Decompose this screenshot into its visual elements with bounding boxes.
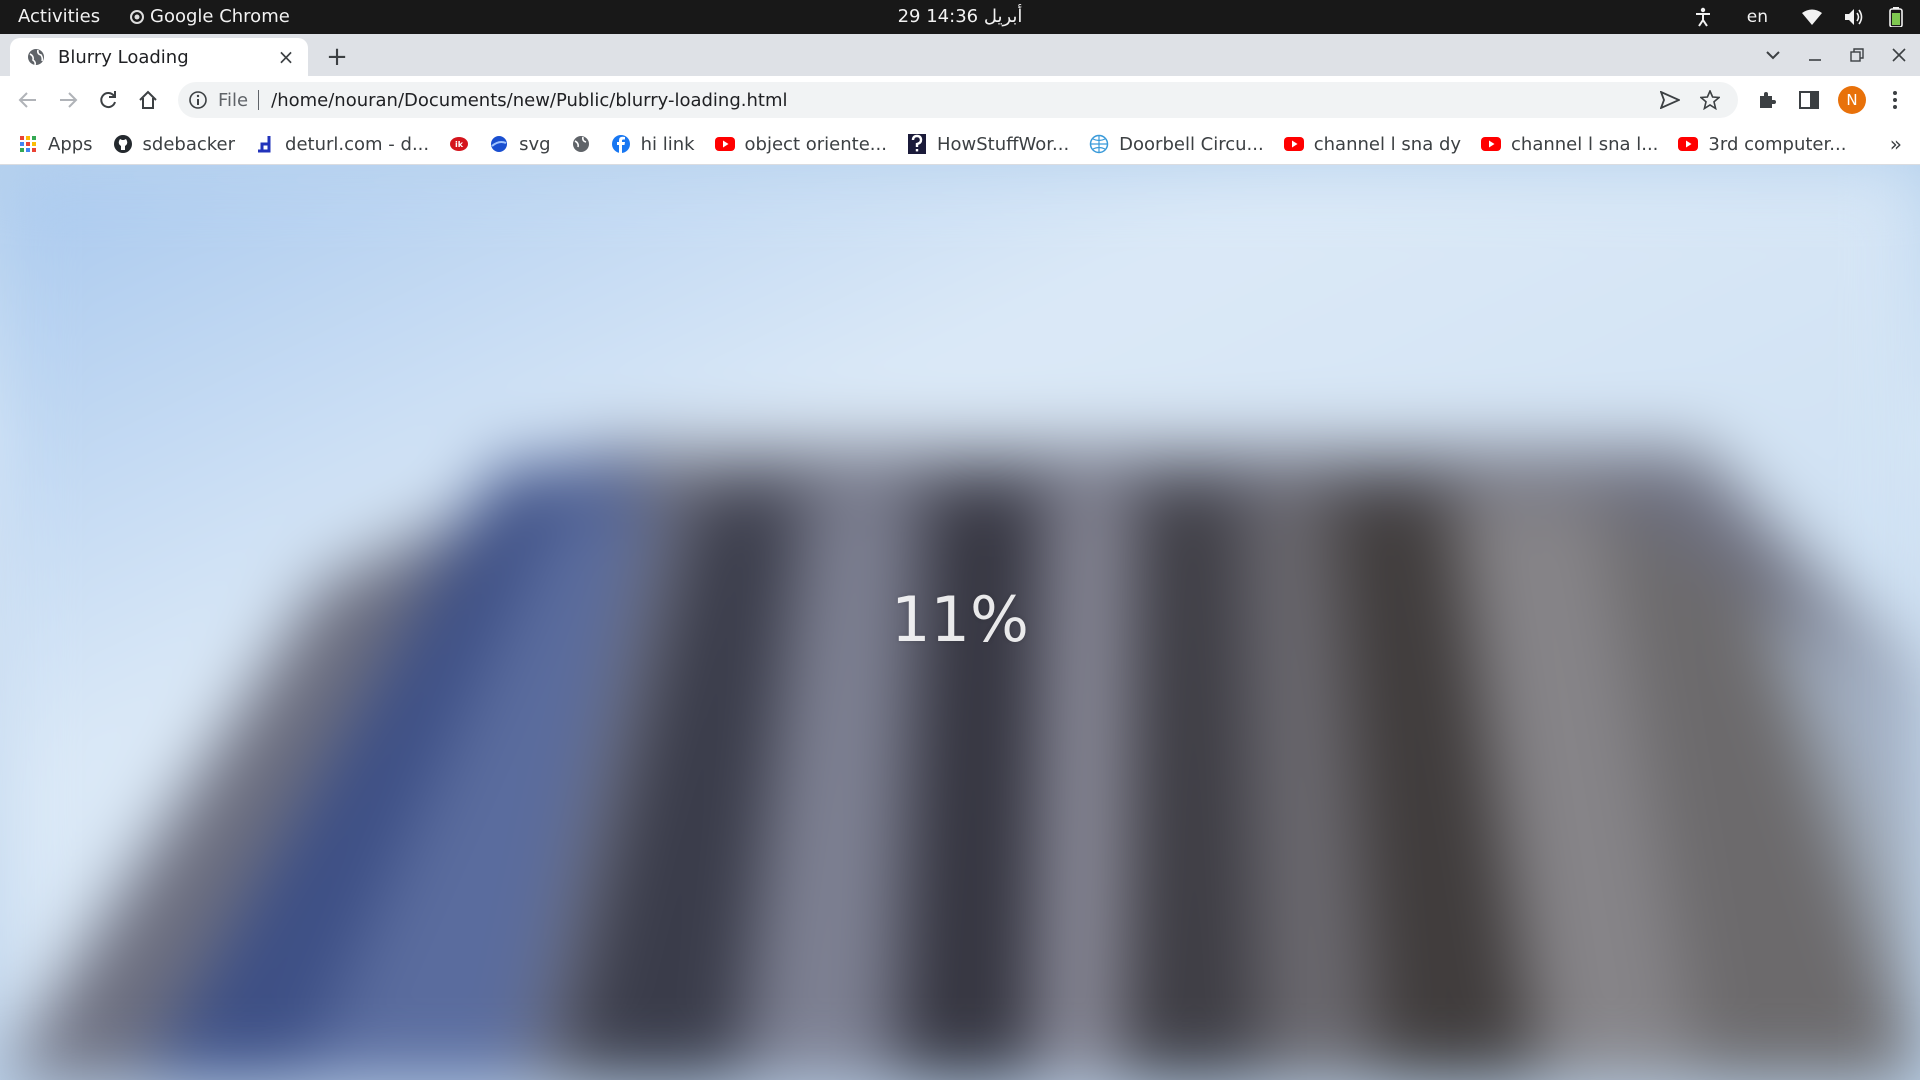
youtube-icon [714,134,735,154]
clock[interactable]: 29 أبريل 14:36 [898,6,1023,27]
bookmark-channel-dy[interactable]: channel l sna dy [1283,133,1462,155]
home-icon[interactable] [134,86,162,114]
bookmark-label: HowStuffWor... [936,133,1070,155]
app-menu[interactable]: Google Chrome [130,6,290,27]
reload-icon[interactable] [94,86,122,114]
bookmark-object-oriented[interactable]: object oriente... [714,133,887,155]
howstuffworks-icon [907,134,927,154]
bookmark-star-icon[interactable] [1698,88,1722,112]
browser-toolbar: File /home/nouran/Documents/new/Public/b… [0,76,1920,124]
bookmark-label: deturl.com - d... [285,133,430,155]
bookmark-label: 3rd computer... [1708,133,1847,155]
deturl-icon [255,134,275,154]
bookmark-deturl[interactable]: deturl.com - d... [255,134,429,155]
site-info-icon[interactable] [188,90,208,110]
extensions-icon[interactable] [1754,87,1780,113]
globe-icon [26,47,46,67]
youtube-icon [1283,134,1304,154]
bookmark-label: sdebacker [142,133,236,155]
activities-button[interactable]: Activities [18,6,100,27]
system-tray[interactable]: en [1693,0,1906,34]
new-tab-button[interactable]: + [322,42,352,72]
scheme-chip: File [218,89,249,111]
globe-blue-icon [1089,134,1109,154]
bookmark-hi-link[interactable]: hi link [611,134,695,155]
blue-sphere-icon [489,134,509,154]
bookmark-label: channel l sna l... [1511,133,1659,155]
svg-text:ik: ik [455,140,464,149]
tab-title: Blurry Loading [58,46,189,68]
side-panel-icon[interactable] [1796,87,1822,113]
profile-avatar[interactable]: N [1838,86,1866,114]
apps-grid-icon [18,134,38,154]
chrome-icon [130,9,144,24]
send-icon[interactable] [1658,88,1682,112]
system-top-bar: Activities Google Chrome 29 أبريل 14:36 … [0,0,1920,34]
tab-search-icon[interactable] [1762,44,1784,66]
bookmark-red-logo[interactable]: ik [449,134,469,154]
minimize-icon[interactable] [1804,44,1826,66]
bookmarks-overflow-button[interactable]: » [1890,132,1902,156]
bookmark-label: Doorbell Circu... [1119,133,1264,155]
facebook-icon [611,134,631,154]
bookmarks-bar: Apps sdebacker deturl.com - d... ik svg [0,124,1920,165]
globe-icon [571,134,591,154]
bookmark-label: object oriente... [744,133,887,155]
restore-icon[interactable] [1846,44,1868,66]
tab-blurry-loading[interactable]: Blurry Loading × [10,38,308,76]
battery-icon [1886,7,1906,27]
bookmark-doorbell[interactable]: Doorbell Circu... [1089,134,1264,155]
red-logo-icon: ik [449,134,469,154]
bookmark-channel-l[interactable]: channel l sna l... [1481,134,1658,155]
bookmark-svg[interactable]: svg [489,133,551,155]
volume-icon [1844,7,1864,27]
url-text[interactable]: /home/nouran/Documents/new/Public/blurry… [271,90,1658,111]
bookmark-label: hi link [640,133,695,155]
page-content: 11% [0,165,1920,1080]
menu-kebab-icon[interactable] [1882,87,1908,113]
tab-close-button[interactable]: × [274,45,298,69]
address-bar[interactable]: File /home/nouran/Documents/new/Public/b… [178,82,1738,118]
bookmark-label: Apps [48,133,93,155]
back-icon[interactable] [14,86,42,114]
bookmark-sdebacker[interactable]: sdebacker [113,133,236,155]
youtube-icon [1678,134,1699,154]
bookmark-label: svg [519,133,551,155]
youtube-icon [1481,134,1502,154]
bookmark-globe[interactable] [571,134,591,154]
wifi-icon [1802,7,1822,27]
bookmark-label: channel l sna dy [1313,133,1462,155]
loading-percentage: 11% [891,583,1029,656]
close-window-icon[interactable] [1888,44,1910,66]
bookmark-howstuffworks[interactable]: HowStuffWor... [907,134,1069,155]
bookmark-3rd-computer[interactable]: 3rd computer... [1678,134,1846,155]
forward-icon[interactable] [54,86,82,114]
toolbar-right: N [1754,84,1908,116]
window-controls [1762,34,1910,76]
github-icon [113,134,133,154]
accessibility-icon[interactable] [1693,7,1713,27]
bookmark-apps[interactable]: Apps [18,134,93,155]
omnibox-separator [258,90,260,110]
tab-strip: Blurry Loading × + [0,34,1920,76]
app-menu-label: Google Chrome [150,6,290,27]
keyboard-language[interactable]: en [1747,7,1768,27]
